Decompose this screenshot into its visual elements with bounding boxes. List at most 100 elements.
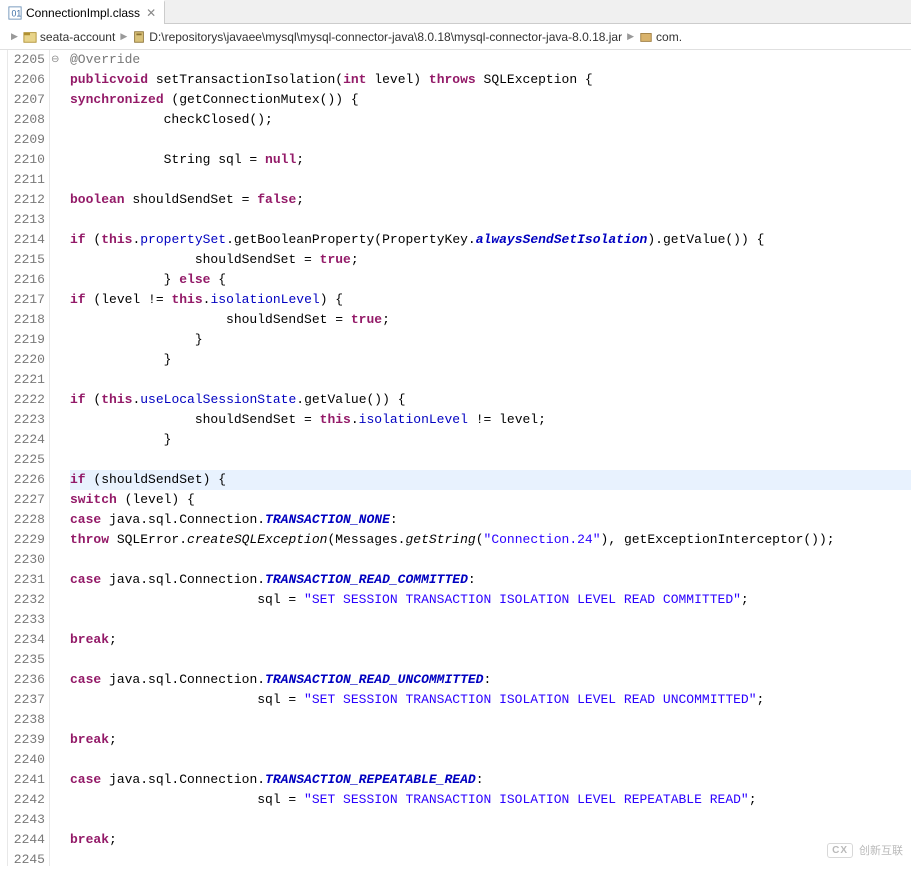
line-number: 2225: [8, 450, 45, 470]
line-number: 2245: [8, 850, 45, 870]
code-line[interactable]: case java.sql.Connection.TRANSACTION_REP…: [70, 770, 911, 790]
line-number: 2237: [8, 690, 45, 710]
breadcrumb-jar[interactable]: D:\repositorys\javaee\mysql\mysql-connec…: [132, 30, 622, 44]
line-number: 2218: [8, 310, 45, 330]
package-icon: [639, 30, 653, 44]
code-line[interactable]: [70, 450, 911, 470]
code-line[interactable]: public void setTransactionIsolation(int …: [70, 70, 911, 90]
code-line[interactable]: case java.sql.Connection.TRANSACTION_REA…: [70, 570, 911, 590]
chevron-right-icon: ▶: [11, 31, 18, 42]
line-number: 2222: [8, 390, 45, 410]
line-number: 2224: [8, 430, 45, 450]
code-line[interactable]: shouldSendSet = true;: [70, 250, 911, 270]
close-icon[interactable]: ✕: [146, 6, 156, 21]
code-line[interactable]: [70, 750, 911, 770]
code-line[interactable]: [70, 550, 911, 570]
code-line[interactable]: }: [70, 350, 911, 370]
editor-tab-bar: 01 ConnectionImpl.class ✕: [0, 0, 911, 24]
line-number: 2208: [8, 110, 45, 130]
code-line[interactable]: } else {: [70, 270, 911, 290]
watermark: CX 创新互联: [827, 842, 903, 858]
line-number: 2207: [8, 90, 45, 110]
breadcrumb: ▶ seata-account ▶ D:\repositorys\javaee\…: [0, 24, 911, 50]
code-line[interactable]: String sql = null;: [70, 150, 911, 170]
watermark-logo: CX: [827, 843, 853, 858]
code-line[interactable]: [70, 130, 911, 150]
code-line[interactable]: break;: [70, 630, 911, 650]
override-marker-icon[interactable]: ⊖: [51, 54, 59, 65]
line-number: 2226: [8, 470, 45, 490]
code-line[interactable]: throw SQLError.createSQLException(Messag…: [70, 530, 911, 550]
line-number: 2240: [8, 750, 45, 770]
line-number: 2241: [8, 770, 45, 790]
line-number: 2239: [8, 730, 45, 750]
editor-tab[interactable]: 01 ConnectionImpl.class ✕: [0, 0, 165, 24]
line-number: 2234: [8, 630, 45, 650]
code-line[interactable]: [70, 170, 911, 190]
code-editor[interactable]: 2205220622072208220922102211221222132214…: [0, 50, 911, 866]
code-line[interactable]: break;: [70, 730, 911, 750]
line-number: 2210: [8, 150, 45, 170]
line-number: 2227: [8, 490, 45, 510]
line-number: 2217: [8, 290, 45, 310]
line-number: 2216: [8, 270, 45, 290]
code-line[interactable]: [70, 810, 911, 830]
line-number: 2238: [8, 710, 45, 730]
code-line[interactable]: case java.sql.Connection.TRANSACTION_NON…: [70, 510, 911, 530]
line-number: 2242: [8, 790, 45, 810]
code-line[interactable]: synchronized (getConnectionMutex()) {: [70, 90, 911, 110]
line-number: 2213: [8, 210, 45, 230]
code-line[interactable]: checkClosed();: [70, 110, 911, 130]
line-number: 2219: [8, 330, 45, 350]
line-number: 2221: [8, 370, 45, 390]
code-line[interactable]: @Override: [70, 50, 911, 70]
code-line[interactable]: case java.sql.Connection.TRANSACTION_REA…: [70, 670, 911, 690]
code-line[interactable]: sql = "SET SESSION TRANSACTION ISOLATION…: [70, 690, 911, 710]
code-line[interactable]: }: [70, 330, 911, 350]
code-line[interactable]: shouldSendSet = true;: [70, 310, 911, 330]
line-number: 2214: [8, 230, 45, 250]
line-number: 2229: [8, 530, 45, 550]
code-line[interactable]: break;: [70, 830, 911, 850]
line-number: 2215: [8, 250, 45, 270]
code-line[interactable]: if (this.useLocalSessionState.getValue()…: [70, 390, 911, 410]
code-line[interactable]: [70, 650, 911, 670]
code-line[interactable]: boolean shouldSendSet = false;: [70, 190, 911, 210]
line-number: 2235: [8, 650, 45, 670]
line-number: 2228: [8, 510, 45, 530]
line-number: 2205: [8, 50, 45, 70]
line-number: 2223: [8, 410, 45, 430]
code-line[interactable]: [70, 710, 911, 730]
code-line[interactable]: [70, 210, 911, 230]
code-line[interactable]: if (level != this.isolationLevel) {: [70, 290, 911, 310]
line-number: 2230: [8, 550, 45, 570]
code-line[interactable]: if (this.propertySet.getBooleanProperty(…: [70, 230, 911, 250]
code-line[interactable]: [70, 370, 911, 390]
jar-icon: [132, 30, 146, 44]
code-line[interactable]: switch (level) {: [70, 490, 911, 510]
code-line[interactable]: }: [70, 430, 911, 450]
line-number: 2231: [8, 570, 45, 590]
line-number: 2233: [8, 610, 45, 630]
tab-label: ConnectionImpl.class: [26, 6, 140, 20]
breadcrumb-project[interactable]: seata-account: [23, 30, 115, 44]
code-line[interactable]: shouldSendSet = this.isolationLevel != l…: [70, 410, 911, 430]
marker-gutter: [0, 50, 8, 866]
code-line[interactable]: sql = "SET SESSION TRANSACTION ISOLATION…: [70, 590, 911, 610]
code-line[interactable]: [70, 850, 911, 866]
fold-gutter: ⊖: [50, 50, 62, 866]
line-number: 2212: [8, 190, 45, 210]
watermark-text: 创新互联: [859, 842, 903, 858]
line-number: 2243: [8, 810, 45, 830]
code-line[interactable]: sql = "SET SESSION TRANSACTION ISOLATION…: [70, 790, 911, 810]
line-number: 2209: [8, 130, 45, 150]
breadcrumb-package[interactable]: com.: [639, 30, 682, 44]
code-area[interactable]: @Override public void setTransactionIsol…: [62, 50, 911, 866]
chevron-right-icon: ▶: [627, 31, 634, 42]
line-number: 2244: [8, 830, 45, 850]
code-line[interactable]: [70, 610, 911, 630]
code-line[interactable]: if (shouldSendSet) {: [70, 470, 911, 490]
line-number: 2232: [8, 590, 45, 610]
project-icon: [23, 30, 37, 44]
line-number: 2211: [8, 170, 45, 190]
